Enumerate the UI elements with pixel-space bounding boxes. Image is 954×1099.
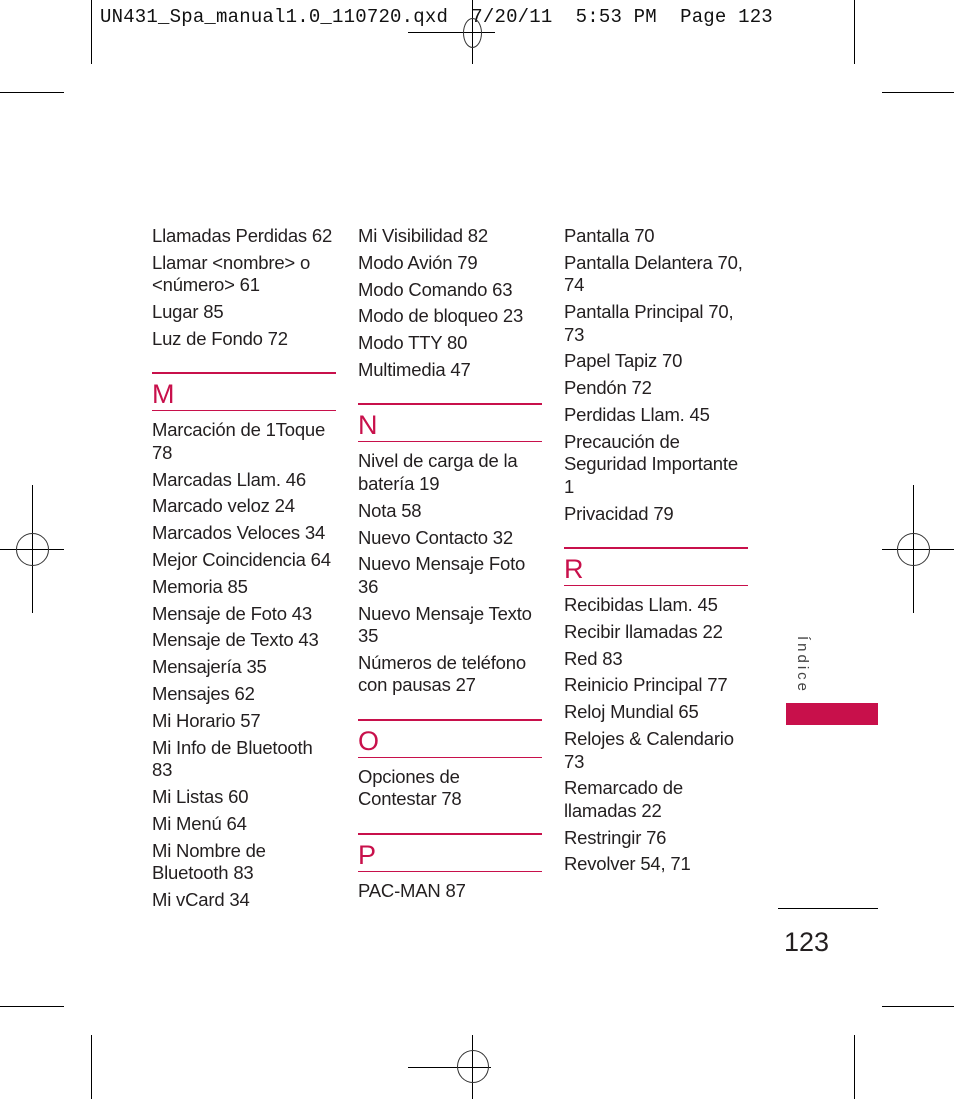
- section-rule-bottom: [358, 441, 542, 443]
- index-entry: Restringir 76: [564, 826, 667, 848]
- index-entry: Mejor Coincidencia 64: [152, 549, 331, 571]
- index-entry: Red 83: [564, 647, 623, 669]
- index-entry: Marcado veloz 24: [152, 495, 295, 517]
- side-tab-label: Índice: [794, 636, 811, 695]
- crop-mark-bottom-left-horizontal: [0, 1006, 64, 1007]
- index-entry: Mensaje de Texto 43: [152, 629, 319, 651]
- index-entry: Lugar 85: [152, 301, 224, 323]
- index-entry: Nuevo Contacto 32: [358, 526, 513, 548]
- crop-mark-bottom-right-vertical: [854, 1035, 855, 1099]
- index-entry: Pantalla Principal 70, 73: [564, 301, 734, 345]
- index-entry: Nota 58: [358, 499, 422, 521]
- index-entry: Marcados Veloces 34: [152, 522, 326, 544]
- index-column-2: Mi Visibilidad 82 Modo Avión 79 Modo Coman…: [358, 225, 542, 907]
- index-entry: Luz de Fondo 72: [152, 327, 288, 349]
- file-slug-line: UN431_Spa_manual1.0_110720.qxd 7/20/11 5…: [100, 6, 773, 28]
- crop-mark-top-right-vertical: [854, 0, 855, 64]
- index-section: P PAC-MAN 87: [358, 832, 542, 903]
- crop-mark-top-left-horizontal: [0, 92, 64, 93]
- page-number: 123: [784, 927, 830, 957]
- index-entry: Reinicio Principal 77: [564, 674, 728, 696]
- registration-circle: [457, 1050, 489, 1083]
- index-entry: Papel Tapiz 70: [564, 350, 683, 372]
- registration-circle: [463, 18, 482, 48]
- index-entry: Llamar <nombre> o <número> 61: [152, 251, 311, 296]
- index-entry: Mi Visibilidad 82: [358, 225, 488, 246]
- index-entry: Marcación de 1Toque 78: [152, 419, 326, 463]
- index-entry: Modo Avión 79: [358, 251, 478, 273]
- index-entry: Nuevo Mensaje Foto 36: [358, 553, 526, 597]
- crop-mark-top-left-vertical: [91, 0, 92, 64]
- section-rule-bottom: [152, 410, 336, 412]
- index-entry: Mi Listas 60: [152, 785, 249, 807]
- index-entry: Mi Info de Bluetooth 83: [152, 736, 313, 781]
- section-rule-top: [358, 832, 542, 835]
- index-entry: Relojes & Calendario 73: [564, 728, 734, 772]
- section-rule-bottom: [358, 870, 542, 872]
- section-rule-bottom: [564, 585, 748, 587]
- index-entry: Memoria 85: [152, 575, 248, 597]
- index-entry: PAC-MAN 87: [358, 879, 466, 901]
- index-entry: Precaución de Seguridad Importante 1: [564, 430, 738, 497]
- index-entry: Remarcado de llamadas 22: [564, 777, 683, 821]
- index-entry: Mi Menú 64: [152, 812, 247, 834]
- index-entry: Modo de bloqueo 23: [358, 305, 524, 327]
- section-rule-top: [358, 403, 542, 406]
- index-entry: Modo TTY 80: [358, 332, 468, 354]
- index-entry: Mi Nombre de Bluetooth 83: [152, 839, 266, 884]
- index-entry: Opciones de Contestar 78: [358, 765, 462, 810]
- index-section: N Nivel de carga de la batería 19 Nota 58 N…: [358, 403, 542, 696]
- crop-mark-top-right-horizontal: [882, 92, 954, 93]
- index-entry: Pantalla Delantera 70, 74: [564, 251, 743, 296]
- section-rule-top: [358, 718, 542, 721]
- index-entry: Recibir llamadas 22: [564, 620, 723, 642]
- index-entry: Mensajería 35: [152, 656, 267, 678]
- index-entry: Números de teléfono con pausas 27: [358, 651, 526, 696]
- section-rule-top: [152, 372, 336, 375]
- section-letter-heading: M: [152, 379, 175, 410]
- crop-mark-bottom-left-vertical: [91, 1035, 92, 1099]
- index-column-3: Pantalla 70 Pantalla Delantera 70, 74 Pant…: [564, 225, 748, 880]
- index-column-1: Llamadas Perdidas 62 Llamar <nombre> o <n…: [152, 225, 336, 916]
- index-entry: Mi Horario 57: [152, 709, 261, 731]
- index-entry: Pendón 72: [564, 377, 652, 399]
- index-entry: Mensajes 62: [152, 683, 255, 705]
- index-entry: Recibidas Llam. 45: [564, 594, 718, 616]
- index-section: R Recibidas Llam. 45 Recibir llamadas 22 Re…: [564, 547, 748, 876]
- page-number-rule: [778, 908, 878, 909]
- index-entry: Pantalla 70: [564, 225, 655, 246]
- index-entry: Nivel de carga de la batería 19: [358, 450, 518, 494]
- section-rule-top: [564, 547, 748, 550]
- index-section: M Marcación de 1Toque 78 Marcadas Llam. 46…: [152, 372, 336, 911]
- section-letter-heading: O: [358, 725, 380, 756]
- crop-mark-bottom-right-horizontal: [882, 1006, 954, 1007]
- section-letter-heading: N: [358, 410, 378, 441]
- index-entry: Nuevo Mensaje Texto 35: [358, 602, 532, 647]
- index-entry: Modo Comando 63: [358, 278, 513, 300]
- index-entry: Revolver 54, 71: [564, 853, 691, 875]
- index-entry: Perdidas Llam. 45: [564, 403, 710, 425]
- index-entry: Mi vCard 34: [152, 888, 250, 910]
- index-entry: Reloj Mundial 65: [564, 701, 699, 723]
- section-letter-heading: R: [564, 554, 584, 585]
- index-entry: Privacidad 79: [564, 502, 674, 524]
- index-section: O Opciones de Contestar 78: [358, 718, 542, 811]
- index-entry: Multimedia 47: [358, 358, 471, 380]
- registration-circle: [897, 533, 930, 566]
- section-rule-bottom: [358, 756, 542, 758]
- index-entry: Llamadas Perdidas 62: [152, 225, 333, 246]
- section-letter-heading: P: [358, 839, 377, 870]
- side-tab-bar: [786, 703, 878, 725]
- index-entry: Mensaje de Foto 43: [152, 602, 312, 624]
- registration-circle: [16, 533, 49, 566]
- index-entry: Marcadas Llam. 46: [152, 468, 306, 490]
